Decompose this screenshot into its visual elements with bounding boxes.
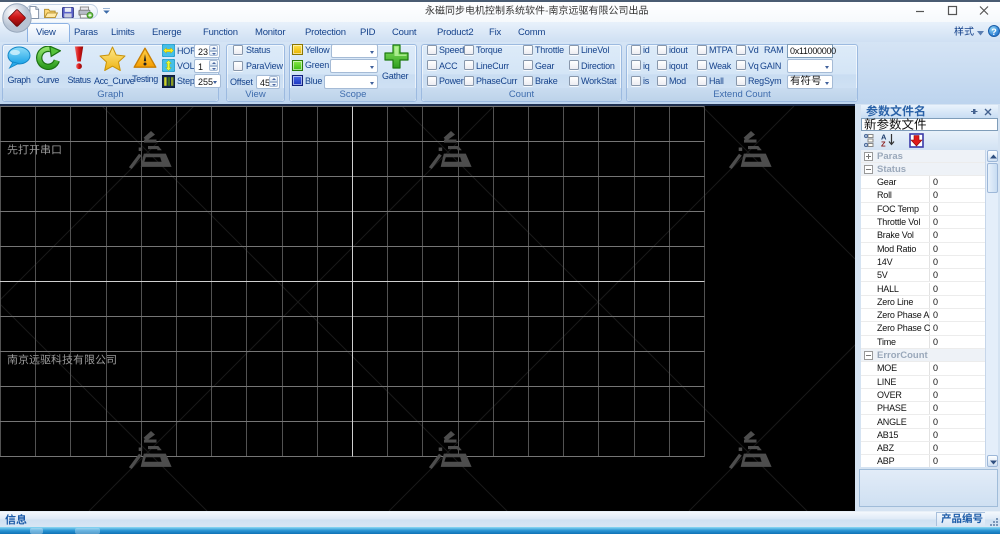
svg-text:Z: Z <box>881 140 886 148</box>
